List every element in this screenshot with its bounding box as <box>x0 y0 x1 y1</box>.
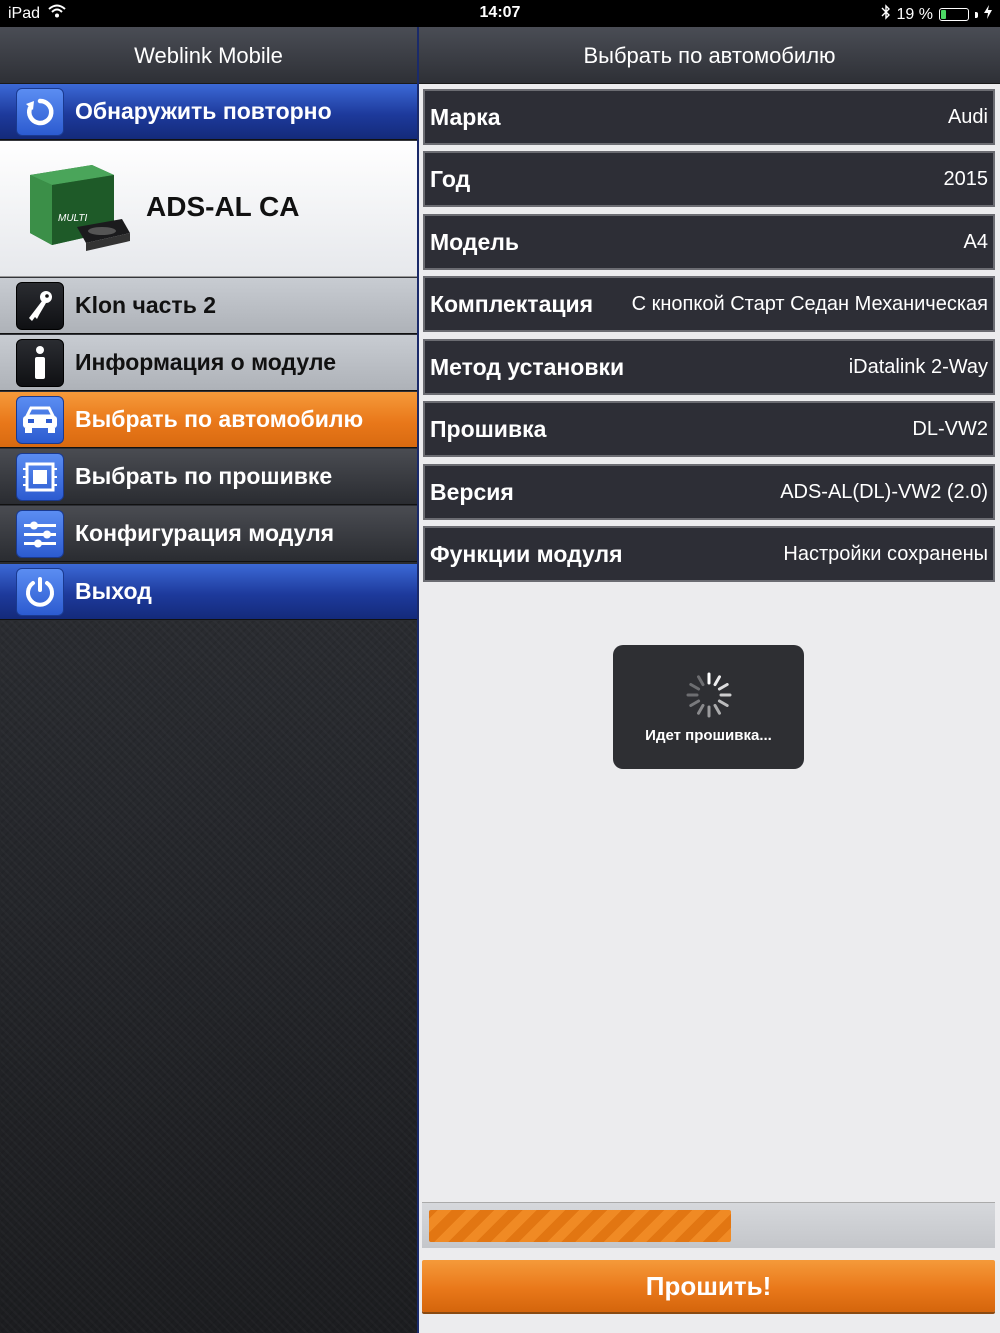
menu-label-module-info: Информация о модуле <box>75 349 336 375</box>
rediscover-button[interactable]: Обнаружить повторно <box>0 84 417 140</box>
row-label: Метод установки <box>430 353 625 380</box>
battery-cap <box>975 11 978 18</box>
row-value: DL-VW2 <box>912 417 988 440</box>
key-icon <box>16 281 64 330</box>
menu-item-module-info[interactable]: Информация о модуле <box>0 335 417 391</box>
clock: 14:07 <box>479 4 521 21</box>
status-right: 19 % <box>881 4 992 25</box>
row-value: С кнопкой Старт Седан Механическая <box>631 292 988 315</box>
progress-bar <box>422 1202 995 1248</box>
info-icon <box>16 338 64 387</box>
row-module-functions[interactable]: Функции модуля Настройки сохранены <box>423 526 995 582</box>
device-image-label: MULTI <box>58 213 87 224</box>
menu-label-select-by-vehicle: Выбрать по автомобилю <box>75 406 364 432</box>
menu-label-klon: Klon часть 2 <box>75 292 217 318</box>
car-icon <box>16 395 64 444</box>
chip-icon <box>16 452 64 501</box>
menu-label-select-by-firmware: Выбрать по прошивке <box>75 463 333 489</box>
row-label: Комплектация <box>430 290 594 317</box>
device-name: ADS-AL CA <box>146 191 300 222</box>
bluetooth-icon <box>881 4 891 25</box>
row-trim[interactable]: Комплектация С кнопкой Старт Седан Механ… <box>423 276 995 332</box>
row-label: Прошивка <box>430 415 547 442</box>
sliders-icon <box>16 509 64 558</box>
sidebar-background <box>0 621 417 1333</box>
exit-label: Выход <box>75 578 152 604</box>
row-model[interactable]: Модель A4 <box>423 214 995 270</box>
row-install-method[interactable]: Метод установки iDatalink 2-Way <box>423 339 995 395</box>
row-make[interactable]: Марка Audi <box>423 89 995 145</box>
row-label: Версия <box>430 478 514 505</box>
refresh-icon <box>16 87 64 136</box>
row-value: iDatalink 2-Way <box>848 355 988 378</box>
rediscover-label: Обнаружить повторно <box>75 98 332 124</box>
status-bar: iPad 14:07 19 % <box>0 0 1000 27</box>
row-label: Год <box>430 165 471 192</box>
flashing-toast: Идет прошивка... <box>613 645 804 769</box>
menu-item-module-config[interactable]: Конфигурация модуля <box>0 506 417 562</box>
charging-icon <box>984 5 992 24</box>
row-value: Настройки сохранены <box>783 542 988 565</box>
device-card: MULTI ADS-AL CA <box>0 141 417 277</box>
battery-icon <box>939 8 969 21</box>
main-title: Выбрать по автомобилю <box>419 27 1000 84</box>
row-label: Функции модуля <box>430 540 623 567</box>
power-icon <box>16 567 64 616</box>
progress-fill <box>429 1210 731 1242</box>
battery-fill <box>941 10 946 19</box>
row-year[interactable]: Год 2015 <box>423 151 995 207</box>
spinner-icon <box>686 672 732 718</box>
row-value: Audi <box>947 105 988 128</box>
row-version[interactable]: Версия ADS-AL(DL)-VW2 (2.0) <box>423 464 995 520</box>
menu-item-klon[interactable]: Klon часть 2 <box>0 278 417 334</box>
flash-button[interactable]: Прошить! <box>422 1260 995 1312</box>
menu-label-module-config: Конфигурация модуля <box>75 520 335 546</box>
main-panel: Выбрать по автомобилю Марка Audi Год 201… <box>419 27 1000 1333</box>
row-firmware[interactable]: Прошивка DL-VW2 <box>423 401 995 457</box>
sidebar: Weblink Mobile Обнаружить повторно MULTI… <box>0 27 417 1333</box>
battery-percent: 19 % <box>896 5 933 23</box>
row-label: Модель <box>430 228 520 255</box>
menu-item-select-by-vehicle[interactable]: Выбрать по автомобилю <box>0 392 417 448</box>
sidebar-title: Weblink Mobile <box>0 27 417 84</box>
row-label: Марка <box>430 103 501 130</box>
device-product-image: MULTI <box>30 165 130 251</box>
menu-item-select-by-firmware[interactable]: Выбрать по прошивке <box>0 449 417 505</box>
row-value: 2015 <box>943 167 989 190</box>
row-value: ADS-AL(DL)-VW2 (2.0) <box>780 480 988 503</box>
row-value: A4 <box>963 230 988 253</box>
exit-button[interactable]: Выход <box>0 564 417 620</box>
toast-text: Идет прошивка... <box>645 727 772 744</box>
